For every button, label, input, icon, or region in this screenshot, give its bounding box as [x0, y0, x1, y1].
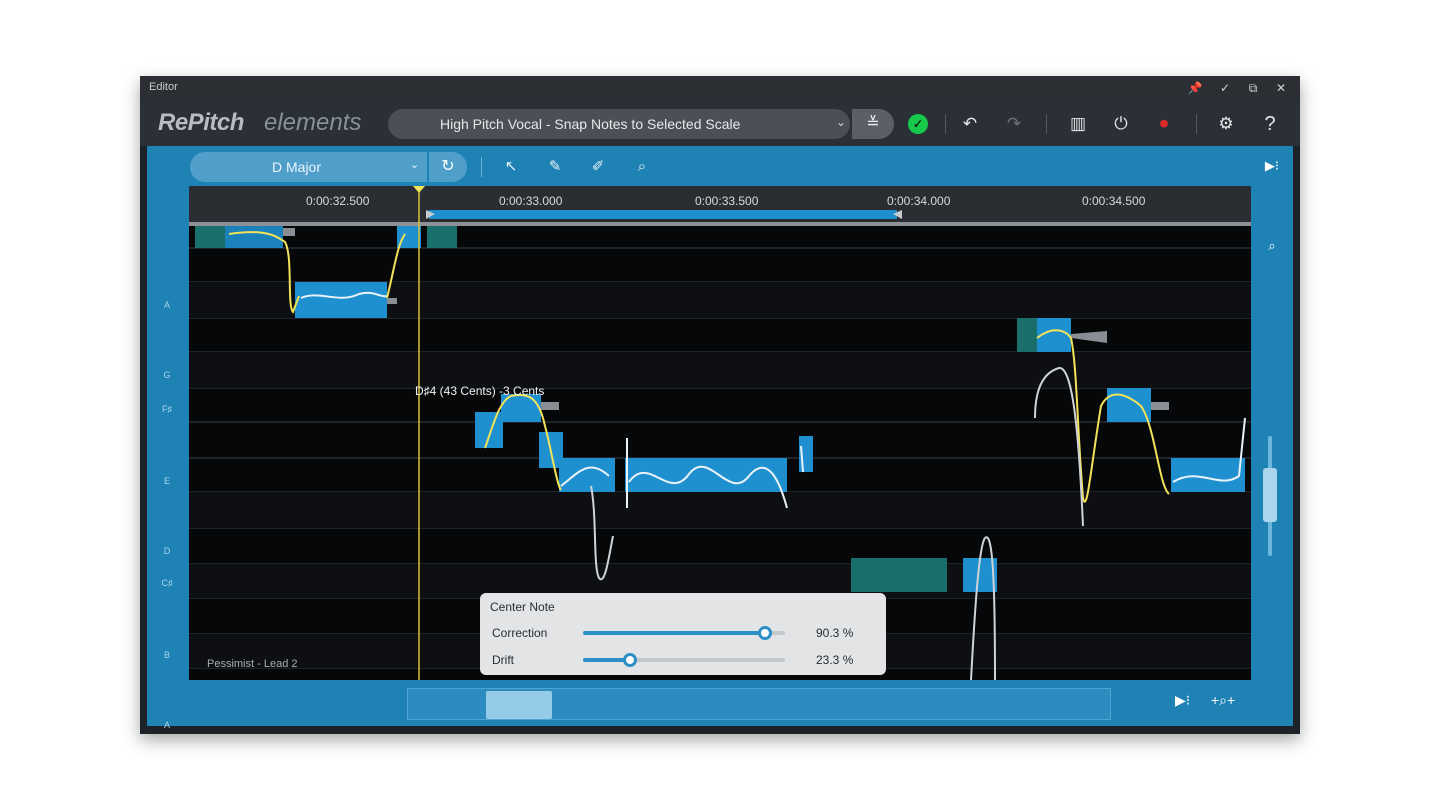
- horizontal-zoom-icon[interactable]: +⌕+: [1211, 692, 1235, 709]
- chevron-down-icon: ⌄: [410, 159, 420, 171]
- chevron-down-icon: ⌄: [836, 115, 847, 129]
- preset-label: High Pitch Vocal - Snap Notes to Selecte…: [440, 116, 741, 132]
- correction-slider-fill: [583, 631, 766, 635]
- popup-title: Center Note: [490, 600, 555, 614]
- scale-label: D Major: [272, 159, 322, 175]
- note-label: A: [163, 300, 170, 310]
- scroll-follow-icon[interactable]: ▶⁝: [1259, 158, 1285, 174]
- pin-icon[interactable]: 📌: [1186, 79, 1204, 97]
- time-marker: 0:00:32.500: [306, 194, 370, 208]
- logo: RePitch: [158, 109, 244, 136]
- piano-keys-icon[interactable]: ▥: [1066, 112, 1090, 136]
- draw-tool-icon[interactable]: ✐: [587, 156, 609, 178]
- snap-refresh-icon[interactable]: ↻: [429, 152, 467, 182]
- pitch-hover-readout: D♯4 (43 Cents) -3 Cents: [415, 384, 545, 398]
- note-label: A: [163, 720, 170, 730]
- title-bar: Editor 📌 ✓ ⧉ ✕: [140, 76, 1300, 100]
- note-label: D: [163, 546, 171, 556]
- note-blocks: [195, 226, 1245, 592]
- drift-label: Drift: [492, 653, 514, 667]
- window-title: Editor: [149, 81, 178, 93]
- editor-window: Editor 📌 ✓ ⧉ ✕ RePitch elements High Pit…: [140, 76, 1300, 734]
- undo-icon[interactable]: ↶: [958, 112, 982, 136]
- drift-slider[interactable]: [583, 653, 785, 667]
- select-tool-icon[interactable]: ↖: [500, 156, 522, 178]
- record-icon[interactable]: ⏺: [1152, 112, 1176, 136]
- scrollbar-thumb[interactable]: [486, 691, 552, 719]
- note-label: B: [163, 650, 170, 660]
- gear-icon[interactable]: ⚙: [1214, 112, 1238, 136]
- time-marker: 0:00:34.000: [887, 194, 951, 208]
- main-toolbar: RePitch elements High Pitch Vocal - Snap…: [140, 100, 1300, 146]
- logo-subtitle: elements: [264, 109, 362, 136]
- close-icon[interactable]: ✕: [1272, 79, 1290, 97]
- vertical-zoom-icon[interactable]: ⌕: [1259, 238, 1285, 254]
- scale-dropdown[interactable]: D Major ⌄: [190, 152, 427, 182]
- pen-tool-icon[interactable]: ✎: [544, 156, 566, 178]
- time-marker: 0:00:33.000: [499, 194, 563, 208]
- correction-slider-thumb[interactable]: [758, 626, 773, 640]
- center-note-popup: Center Note Correction 90.3 % Drift 23.3…: [480, 593, 886, 675]
- time-marker: 0:00:34.500: [1082, 194, 1146, 208]
- note-label: F♯: [162, 404, 172, 414]
- note-label: C♯: [161, 578, 173, 588]
- correction-value: 90.3 %: [816, 626, 854, 640]
- drift-slider-thumb[interactable]: [623, 653, 638, 667]
- sliders-icon[interactable]: ≚: [852, 109, 894, 139]
- divider: [1046, 114, 1047, 134]
- note-label: G: [163, 370, 171, 380]
- scroll-follow-icon[interactable]: ▶⁝: [1175, 692, 1190, 709]
- check-icon[interactable]: ✓: [1216, 79, 1234, 97]
- vertical-zoom-thumb[interactable]: [1263, 468, 1277, 522]
- power-icon[interactable]: ⏻: [1109, 112, 1133, 136]
- vertical-zoom-slider[interactable]: [1263, 436, 1277, 556]
- note-label: E: [163, 476, 170, 486]
- check-circle-icon[interactable]: ✓: [908, 114, 928, 134]
- loop-region: [429, 210, 897, 219]
- divider: [1196, 114, 1197, 134]
- help-icon[interactable]: ?: [1258, 112, 1282, 136]
- time-marker: 0:00:33.500: [695, 194, 759, 208]
- track-name: Pessimist - Lead 2: [207, 658, 298, 670]
- zoom-tool-icon[interactable]: ⌕: [631, 156, 653, 178]
- drift-value: 23.3 %: [816, 653, 854, 667]
- correction-slider[interactable]: [583, 626, 785, 640]
- divider: [481, 157, 482, 177]
- correction-label: Correction: [492, 626, 548, 640]
- restore-icon[interactable]: ⧉: [1244, 79, 1262, 97]
- preset-dropdown[interactable]: High Pitch Vocal - Snap Notes to Selecte…: [388, 109, 850, 139]
- divider: [945, 114, 946, 134]
- horizontal-scrollbar[interactable]: [407, 688, 1111, 720]
- redo-icon[interactable]: ↷: [1002, 112, 1026, 136]
